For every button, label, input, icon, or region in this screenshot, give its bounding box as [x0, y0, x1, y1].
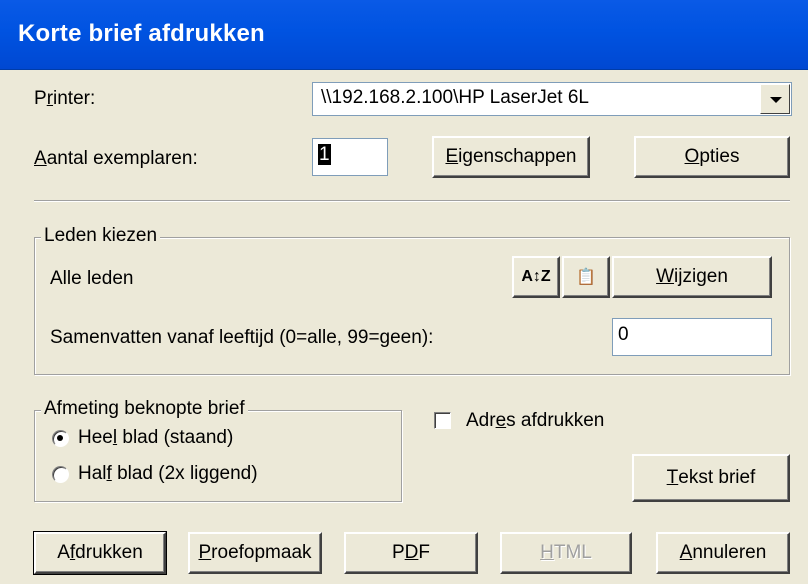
letter-text-button[interactable]: Tekst brief — [632, 454, 790, 502]
copies-value: 1 — [318, 144, 331, 165]
age-input[interactable]: 0 — [612, 318, 772, 356]
members-selection: Alle leden — [50, 268, 134, 289]
size-legend: Afmeting beknopte brief — [41, 398, 248, 420]
copies-label: Aantal exemplaren: — [34, 148, 198, 169]
printer-select[interactable]: \\192.168.2.100\HP LaserJet 6L — [312, 82, 792, 116]
clipboard-icon: 📋 — [576, 269, 596, 286]
sort-az-icon: A↕Z — [521, 268, 551, 285]
properties-button[interactable]: Eigenschappen — [432, 136, 590, 178]
radio-full-page[interactable] — [52, 430, 69, 447]
half-page-label[interactable]: Half blad (2x liggend) — [78, 463, 258, 485]
copies-input[interactable]: 1 — [312, 138, 388, 176]
cancel-button[interactable]: Annuleren — [656, 532, 790, 574]
options-button[interactable]: Opties — [634, 136, 790, 178]
address-checkbox[interactable] — [434, 412, 451, 429]
html-button: H TML — [500, 532, 632, 574]
clipboard-button[interactable]: 📋 — [562, 256, 610, 298]
address-label[interactable]: Adres afdrukken — [466, 410, 604, 432]
full-page-label[interactable]: Heel blad (staand) — [78, 427, 233, 449]
age-value: 0 — [618, 324, 629, 345]
pdf-button[interactable]: PDF — [344, 532, 478, 574]
proof-button[interactable]: Proefopmaak — [188, 532, 322, 574]
change-button[interactable]: Wijzigen — [612, 256, 772, 298]
printer-value: \\192.168.2.100\HP LaserJet 6L — [321, 87, 589, 108]
sort-button[interactable]: A↕Z — [512, 256, 560, 298]
printer-label: Printer: — [34, 88, 96, 109]
window-title: Korte brief afdrukken — [18, 20, 265, 47]
radio-half-page[interactable] — [52, 466, 69, 483]
chevron-down-icon[interactable] — [760, 84, 790, 114]
separator — [34, 200, 790, 202]
title-bar[interactable]: Korte brief afdrukken — [0, 0, 808, 70]
print-button[interactable]: Af drukken — [33, 531, 167, 575]
age-label: Samenvatten vanaf leeftijd (0=alle, 99=g… — [50, 327, 434, 348]
members-legend: Leden kiezen — [41, 225, 161, 247]
size-group: Afmeting beknopte brief — [34, 398, 402, 502]
